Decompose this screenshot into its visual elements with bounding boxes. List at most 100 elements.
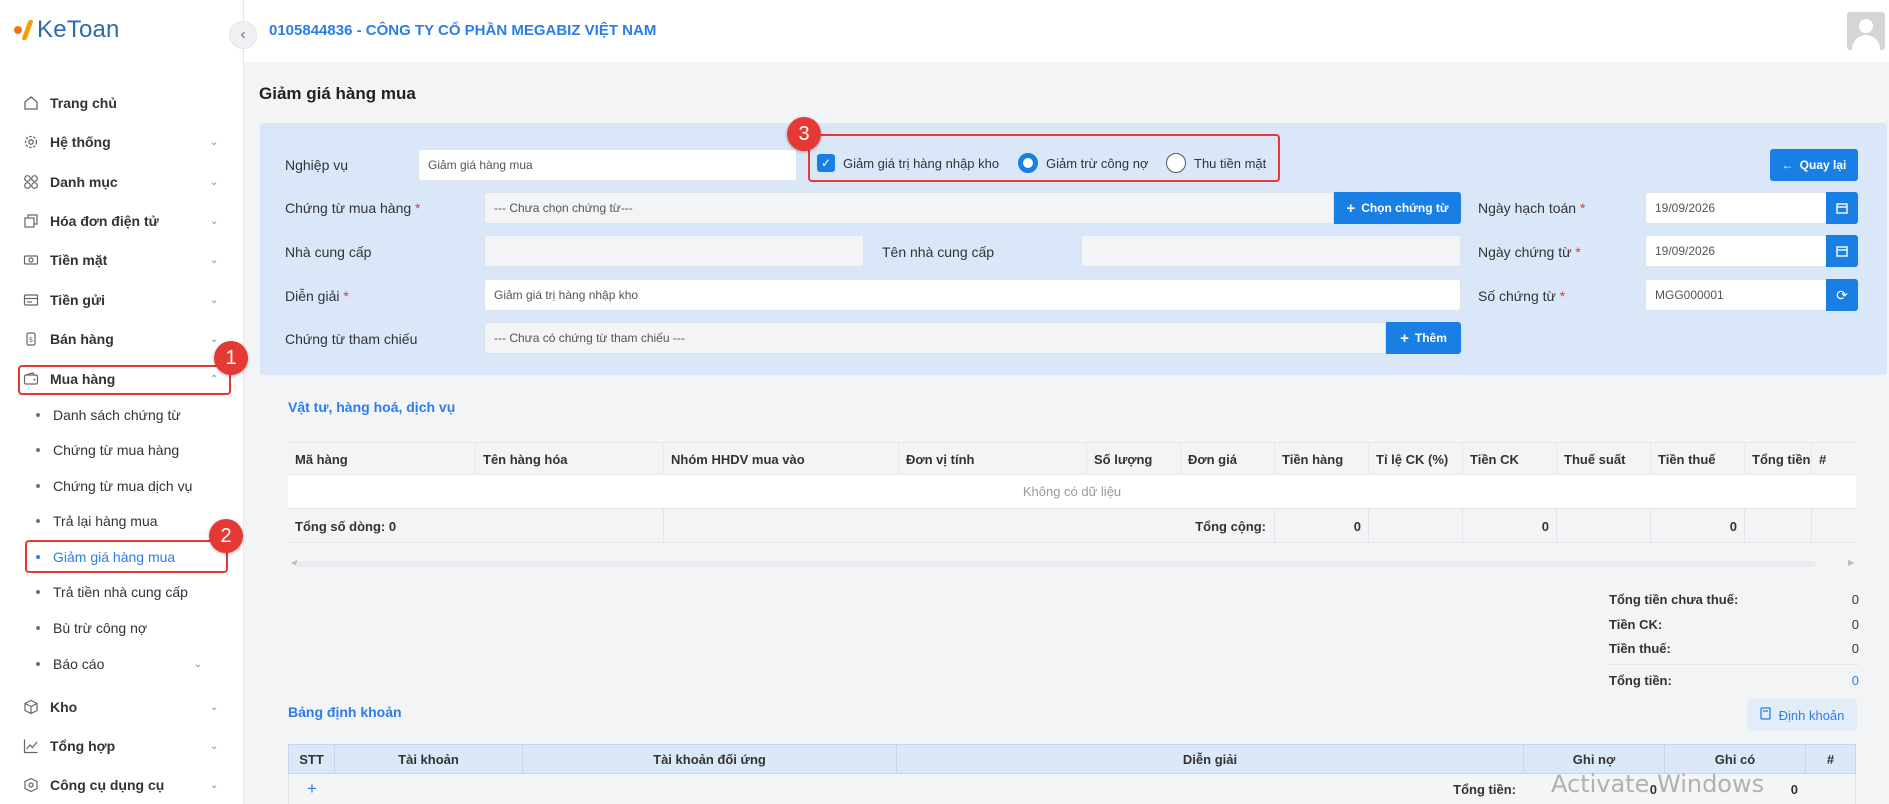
- sidebar-item-label: Tiền mặt: [50, 252, 108, 268]
- col-header: Mã hàng: [288, 443, 476, 476]
- nghiep-vu-label: Nghiệp vụ: [285, 157, 349, 173]
- label-text: Ngày chứng từ: [1478, 244, 1572, 260]
- blank-cell: [1745, 509, 1812, 543]
- submenu-label: Bù trừ công nợ: [53, 620, 148, 636]
- submenu-item-purchase-doc[interactable]: Chứng từ mua hàng: [36, 437, 226, 463]
- journal-entry-button[interactable]: Định khoản: [1747, 699, 1857, 731]
- ngay-hach-toan-label: Ngày hạch toán *: [1478, 200, 1585, 216]
- supplier-name-label: Tên nhà cung cấp: [882, 244, 995, 260]
- required-mark: *: [1579, 200, 1586, 216]
- plus-icon: +: [1400, 329, 1409, 347]
- supplier-input[interactable]: [484, 235, 864, 267]
- doc-date-input[interactable]: 19/09/2026: [1645, 235, 1827, 267]
- col-header: Nhóm HHDV mua vào: [664, 443, 899, 476]
- col-header: #: [1819, 452, 1827, 467]
- submenu-item-return[interactable]: Trả lại hàng mua: [36, 508, 226, 534]
- bullet: [36, 519, 40, 523]
- topbar: 0105844836 - CÔNG TY CỔ PHẦN MEGABIZ VIỆ…: [244, 0, 1889, 62]
- col-header: Tài khoản: [335, 745, 523, 773]
- col-header: Tên hàng hóa: [476, 443, 664, 476]
- subtotal-value: 0: [1851, 592, 1859, 607]
- gear-icon: [22, 133, 40, 151]
- sidebar-item-cash[interactable]: Tiền mặt ⌄: [22, 245, 222, 275]
- choose-doc-label: Chọn chứng từ: [1361, 201, 1449, 215]
- scroll-right-icon[interactable]: ▶: [1848, 558, 1854, 567]
- add-reference-button[interactable]: + Thêm: [1386, 322, 1461, 354]
- required-mark: *: [343, 288, 349, 304]
- submenu-item-pay-supplier[interactable]: Trả tiền nhà cung cấp: [36, 579, 226, 605]
- plus-icon: +: [1346, 199, 1356, 217]
- sidebar-item-label: Hóa đơn điện tử: [50, 213, 159, 229]
- posting-date-input[interactable]: 19/09/2026: [1645, 192, 1827, 224]
- sidebar-item-system[interactable]: Hệ thống ⌄: [22, 127, 222, 157]
- highlight-discount: [25, 540, 228, 573]
- grand-total-value: 0: [1851, 673, 1859, 688]
- sidebar: KeToan Trang chủ Hệ thống ⌄ Danh mục ⌄ H…: [0, 0, 248, 804]
- col-header: #: [1826, 751, 1835, 767]
- items-section-title[interactable]: Vật tư, hàng hoá, dịch vụ: [288, 399, 455, 415]
- submenu-label: Trả tiền nhà cung cấp: [53, 584, 188, 600]
- chevron-down-icon: ⌄: [210, 740, 219, 752]
- calendar-icon[interactable]: [1826, 192, 1858, 224]
- col-header: Ghi có: [1665, 745, 1806, 773]
- submenu-item-doc-list[interactable]: Danh sách chứng từ: [36, 402, 226, 428]
- chevron-down-icon: ⌄: [210, 333, 219, 345]
- subtotal-label: Tổng tiền chưa thuế:: [1609, 592, 1739, 607]
- logo[interactable]: KeToan: [14, 14, 120, 46]
- choose-doc-button[interactable]: + Chọn chứng từ: [1334, 192, 1461, 224]
- ledger-section-title[interactable]: Bảng định khoản: [288, 704, 402, 720]
- label-text: Diễn giải: [285, 288, 340, 304]
- col-header: Diễn giải: [897, 745, 1524, 773]
- purchase-doc-field[interactable]: --- Chưa chọn chứng từ---: [484, 192, 1334, 224]
- logo-dot: [14, 26, 22, 34]
- collapse-sidebar-button[interactable]: ‹: [229, 21, 257, 49]
- ledger-total-label: Tổng tiền:: [1453, 781, 1516, 797]
- total-label: Tổng cộng:: [664, 509, 1275, 543]
- step-badge-1: 1: [214, 341, 248, 375]
- home-icon: [22, 94, 40, 112]
- windows-activation-watermark: Activate Windows: [1551, 770, 1765, 798]
- refresh-icon[interactable]: ⟳: [1826, 279, 1858, 311]
- description-input[interactable]: Giảm giá trị hàng nhập kho: [484, 279, 1461, 311]
- subtotal-row: Tổng tiền chưa thuế: 0: [1609, 592, 1859, 607]
- calendar-icon[interactable]: [1826, 235, 1858, 267]
- supplier-name-input[interactable]: [1081, 235, 1461, 267]
- sidebar-item-catalog[interactable]: Danh mục ⌄: [22, 167, 222, 197]
- journal-entry-label: Định khoản: [1778, 707, 1845, 723]
- required-mark: *: [1559, 288, 1566, 304]
- reference-doc-field[interactable]: --- Chưa có chứng từ tham chiếu ---: [484, 322, 1386, 354]
- submenu-label: Danh sách chứng từ: [53, 407, 181, 423]
- sidebar-item-tools[interactable]: Công cụ dụng cụ ⌄: [22, 770, 222, 800]
- chevron-down-icon: ⌄: [210, 701, 219, 713]
- doc-number-input[interactable]: MGG000001: [1645, 279, 1827, 311]
- sidebar-item-einvoice[interactable]: Hóa đơn điện tử ⌄: [22, 206, 222, 236]
- sidebar-item-sales[interactable]: $ Bán hàng ⌄: [22, 324, 222, 354]
- col-header: Tài khoản đối ứng: [523, 745, 897, 773]
- sidebar-item-deposit[interactable]: Tiền gửi ⌄: [22, 285, 222, 315]
- sidebar-item-warehouse[interactable]: Kho ⌄: [22, 692, 222, 722]
- chart-icon: [22, 737, 40, 755]
- add-row-button[interactable]: +: [289, 774, 335, 804]
- logo-text: KeToan: [37, 16, 120, 43]
- chevron-down-icon: ⌄: [193, 658, 202, 670]
- sidebar-item-label: Kho: [50, 699, 78, 715]
- avatar[interactable]: [1847, 12, 1885, 50]
- col-header: Tiền CK: [1463, 443, 1557, 476]
- bullet: [36, 448, 40, 452]
- supplier-label: Nhà cung cấp: [285, 244, 372, 260]
- sidebar-item-label: Tổng hợp: [50, 738, 116, 754]
- sidebar-item-home[interactable]: Trang chủ: [22, 88, 222, 118]
- ngay-chung-tu-label: Ngày chứng từ *: [1478, 244, 1581, 260]
- nghiep-vu-select[interactable]: Giảm giá hàng mua: [418, 149, 797, 181]
- page-title: Giảm giá hàng mua: [259, 84, 416, 103]
- horizontal-scrollbar[interactable]: [296, 561, 1816, 567]
- blank-cell: [1557, 509, 1651, 543]
- submenu-item-service-doc[interactable]: Chứng từ mua dịch vụ: [36, 473, 226, 499]
- required-mark: *: [415, 200, 421, 216]
- invoice-icon: [22, 212, 40, 230]
- back-button[interactable]: ← Quay lại: [1770, 149, 1858, 181]
- sidebar-item-summary[interactable]: Tổng hợp ⌄: [22, 731, 222, 761]
- submenu-item-report[interactable]: Báo cáo ⌄: [36, 651, 226, 677]
- bullet: [36, 484, 40, 488]
- submenu-item-debt-offset[interactable]: Bù trừ công nợ: [36, 615, 226, 641]
